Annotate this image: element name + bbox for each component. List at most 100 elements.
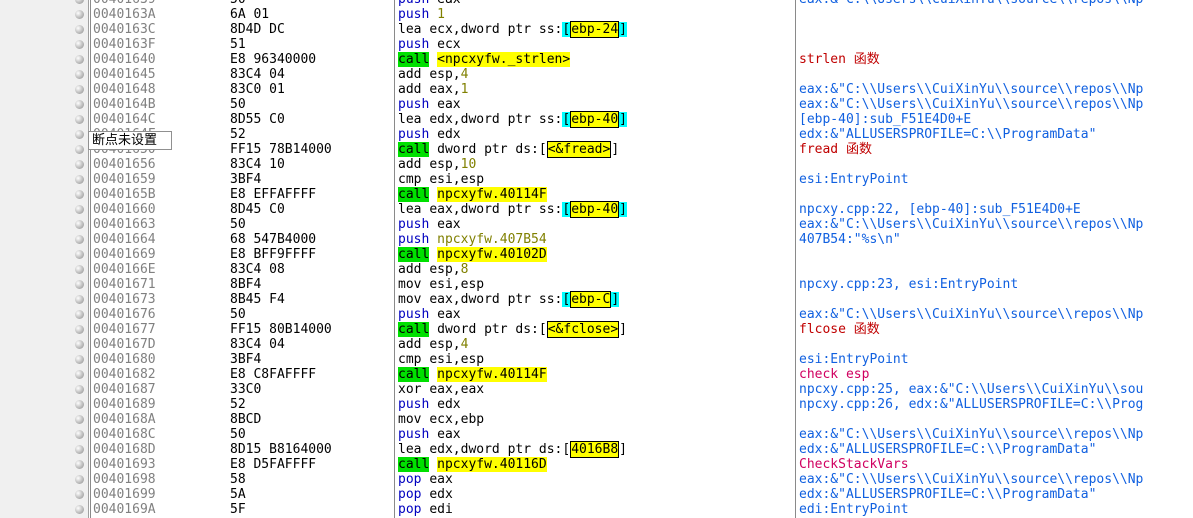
comment-cell: npcxy.cpp:22, [ebp-40]:sub_F51E4D0+E xyxy=(799,202,1081,217)
breakpoint-dot-icon[interactable] xyxy=(75,385,84,394)
disasm-row[interactable]: 00401659 3BF4 cmp esi,esp esi:EntryPoint xyxy=(0,172,1193,187)
operand: eax xyxy=(437,0,460,7)
mnemonic: call xyxy=(398,367,430,382)
disasm-row[interactable]: 00401650FF15 78B14000call dword ptr ds:[… xyxy=(0,141,1193,158)
breakpoint-dot-icon[interactable] xyxy=(75,475,84,484)
disasm-row[interactable]: 0040168C 50 push eax eax:&"C:\\Users\\CuiXi… xyxy=(0,427,1193,442)
disasm-row[interactable]: 0040163F 51 push ecx xyxy=(0,37,1193,52)
operand: ] xyxy=(619,22,627,37)
mnemonic: cmp xyxy=(398,172,422,187)
breakpoint-dot-icon[interactable] xyxy=(75,355,84,364)
breakpoint-dot-icon[interactable] xyxy=(75,130,84,139)
breakpoint-dot-icon[interactable] xyxy=(75,190,84,199)
breakpoint-dot-icon[interactable] xyxy=(75,340,84,349)
instruction-cell: lea eax,dword ptr ss:[ebp-40] xyxy=(398,201,627,218)
instruction-cell: add eax,1 xyxy=(398,82,468,97)
breakpoint-dot-icon[interactable] xyxy=(75,505,84,514)
disasm-row[interactable]: 00401693 E8 D5FAFFFF call npcxyfw.40116D Ch… xyxy=(0,457,1193,472)
instruction-cell: call dword ptr ds:[<&fread>] xyxy=(398,141,619,158)
disasm-row[interactable]: 0040168A 8BCD mov ecx,ebp xyxy=(0,412,1193,427)
operand: ] xyxy=(611,292,620,307)
disasm-row[interactable]: 0040164F52push edxedx:&"ALLUSERSPROFILE=… xyxy=(0,127,1193,142)
breakpoint-dot-icon[interactable] xyxy=(75,220,84,229)
instruction-cell: lea edx,dword ptr ds:[4016B8] xyxy=(398,441,627,458)
comment-cell: edx:&"ALLUSERSPROFILE=C:\\ProgramData" xyxy=(799,487,1096,502)
disasm-row[interactable]: 00401676 50 push eax eax:&"C:\\Users\\CuiXi… xyxy=(0,307,1193,322)
breakpoint-dot-icon[interactable] xyxy=(75,25,84,34)
operand: ebp-24 xyxy=(570,21,620,38)
breakpoint-dot-icon[interactable] xyxy=(75,55,84,64)
breakpoint-dot-icon[interactable] xyxy=(75,310,84,319)
disasm-row[interactable]: 00401698 58 pop eax eax:&"C:\\Users\\CuiXin… xyxy=(0,472,1193,487)
operand: <npcxyfw._strlen> xyxy=(437,52,571,67)
breakpoint-dot-icon[interactable] xyxy=(75,70,84,79)
breakpoint-dot-icon[interactable] xyxy=(75,415,84,424)
disasm-row[interactable]: 00401660 8D45 C0 lea eax,dword ptr ss:[ebp… xyxy=(0,201,1193,218)
comment-text: 407B54:"%s\n" xyxy=(799,232,901,247)
comment-text: [ebp-40]:sub_F51E4D0+E xyxy=(799,112,972,127)
bytes-cell: E8 EFFAFFFF xyxy=(230,187,317,202)
breakpoint-dot-icon[interactable] xyxy=(75,100,84,109)
disasm-row[interactable]: 0040163C 8D4D DC lea ecx,dword ptr ss:[ebp… xyxy=(0,21,1193,38)
breakpoint-dot-icon[interactable] xyxy=(75,175,84,184)
breakpoint-dot-icon[interactable] xyxy=(75,10,84,19)
breakpoint-dot-icon[interactable] xyxy=(75,370,84,379)
disasm-row[interactable]: 00401648 83C0 01 add eax,1 eax:&"C:\\Users\… xyxy=(0,82,1193,97)
disasm-row[interactable]: 00401680 3BF4 cmp esi,esp esi:EntryPoint xyxy=(0,352,1193,367)
breakpoint-dot-icon[interactable] xyxy=(75,250,84,259)
disasm-row[interactable]: 0040166E 83C4 08 add esp,8 xyxy=(0,262,1193,277)
mnemonic: add xyxy=(398,337,422,352)
breakpoint-dot-icon[interactable] xyxy=(75,40,84,49)
disasm-row[interactable]: 00401699 5A pop edx edx:&"ALLUSERSPROFILE=C… xyxy=(0,487,1193,502)
disasm-row[interactable]: 0040168D 8D15 B8164000 lea edx,dword ptr d… xyxy=(0,441,1193,458)
disasm-row[interactable]: 0040164C 8D55 C0 lea edx,dword ptr ss:[ebp… xyxy=(0,111,1193,128)
disassembly-view[interactable]: 00401639 50 push eax eax:&"C:\\Users\\CuiXi… xyxy=(0,0,1193,518)
comment-cell: eax:&"C:\\Users\\CuiXinYu\\source\\repos… xyxy=(799,0,1143,7)
breakpoint-dot-icon[interactable] xyxy=(75,145,84,154)
breakpoint-dot-icon[interactable] xyxy=(75,430,84,439)
breakpoint-dot-icon[interactable] xyxy=(75,160,84,169)
bytes-cell: 8BF4 xyxy=(230,277,262,292)
disasm-row[interactable]: 00401640 E8 96340000 call <npcxyfw._strlen… xyxy=(0,52,1193,67)
disasm-row[interactable]: 00401669 E8 BFF9FFFF call npcxyfw.40102D xyxy=(0,247,1193,262)
disasm-row[interactable]: 00401682 E8 C8FAFFFF call npcxyfw.40114F ch… xyxy=(0,367,1193,382)
disasm-row[interactable]: 0040164B 50 push eax eax:&"C:\\Users\\CuiXi… xyxy=(0,97,1193,112)
instruction-cell: push eax xyxy=(398,307,461,322)
disasm-row[interactable]: 0040163A 6A 01 push 1 xyxy=(0,7,1193,22)
breakpoint-dot-icon[interactable] xyxy=(75,265,84,274)
breakpoint-dot-icon[interactable] xyxy=(75,115,84,124)
breakpoint-dot-icon[interactable] xyxy=(75,235,84,244)
disasm-row[interactable]: 0040167D 83C4 04 add esp,4 xyxy=(0,337,1193,352)
comment-text: esi:EntryPoint xyxy=(799,172,909,187)
breakpoint-dot-icon[interactable] xyxy=(75,85,84,94)
disasm-row[interactable]: 00401673 8B45 F4 mov eax,dword ptr ss:[ebp… xyxy=(0,291,1193,308)
disasm-row[interactable]: 0040165B E8 EFFAFFFF call npcxyfw.40114F xyxy=(0,187,1193,202)
breakpoint-dot-icon[interactable] xyxy=(75,325,84,334)
instruction-cell: add esp,4 xyxy=(398,67,468,82)
comment-cell: npcxy.cpp:23, esi:EntryPoint xyxy=(799,277,1018,292)
address-cell: 00401687 xyxy=(93,382,156,397)
disasm-row[interactable]: 00401687 33C0 xor eax,eax npcxy.cpp:25, eax… xyxy=(0,382,1193,397)
disasm-row[interactable]: 00401664 68 547B4000 push npcxyfw.407B54 40… xyxy=(0,232,1193,247)
disasm-row[interactable]: 00401689 52 push edx npcxy.cpp:26, edx:&"AL… xyxy=(0,397,1193,412)
disasm-row[interactable]: 0040169A 5F pop edi edi:EntryPoint xyxy=(0,502,1193,517)
breakpoint-dot-icon[interactable] xyxy=(75,490,84,499)
breakpoint-dot-icon[interactable] xyxy=(75,445,84,454)
comment-text: edx:&"ALLUSERSPROFILE=C:\\ProgramData" xyxy=(799,487,1097,502)
disasm-row[interactable]: 00401639 50 push eax eax:&"C:\\Users\\CuiXi… xyxy=(0,0,1193,7)
operand: eax xyxy=(437,427,461,442)
address-cell: 0040164C xyxy=(93,112,156,127)
disasm-row[interactable]: 00401656 83C4 10 add esp,10 xyxy=(0,157,1193,172)
breakpoint-dot-icon[interactable] xyxy=(75,460,84,469)
breakpoint-dot-icon[interactable] xyxy=(75,280,84,289)
breakpoint-dot-icon[interactable] xyxy=(75,295,84,304)
operand: 1 xyxy=(460,82,469,97)
breakpoint-dot-icon[interactable] xyxy=(75,0,84,4)
disasm-row[interactable]: 00401677 FF15 80B14000 call dword ptr ds:[… xyxy=(0,321,1193,338)
disasm-row[interactable]: 00401671 8BF4 mov esi,esp npcxy.cpp:23, esi… xyxy=(0,277,1193,292)
disasm-row[interactable]: 00401663 50 push eax eax:&"C:\\Users\\CuiXi… xyxy=(0,217,1193,232)
disasm-row[interactable]: 00401645 83C4 04 add esp,4 xyxy=(0,67,1193,82)
breakpoint-dot-icon[interactable] xyxy=(75,205,84,214)
mnemonic: push xyxy=(398,427,430,442)
breakpoint-dot-icon[interactable] xyxy=(75,400,84,409)
